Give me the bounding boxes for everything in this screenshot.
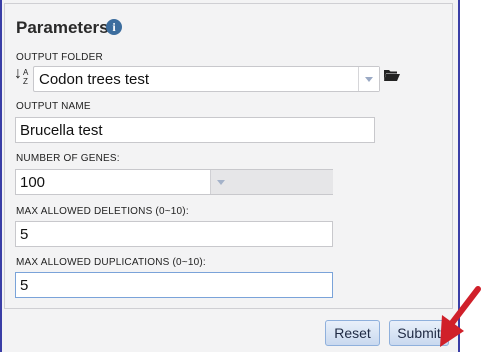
annotation-arrow-icon <box>440 286 481 347</box>
sort-az-icon[interactable]: ↓ A Z <box>14 66 32 89</box>
output-name-input[interactable]: Brucella test <box>15 117 375 143</box>
reset-button[interactable]: Reset <box>325 320 380 346</box>
sort-az-text: A Z <box>23 68 28 86</box>
output-folder-value: Codon trees test <box>39 71 150 88</box>
max-deletions-label: MAX ALLOWED DELETIONS (0~10): <box>16 206 189 217</box>
number-of-genes-value: 100 <box>20 174 46 191</box>
number-of-genes-select[interactable]: 100 <box>15 169 333 195</box>
number-of-genes-label: NUMBER OF GENES: <box>16 153 120 164</box>
max-duplications-label: MAX ALLOWED DUPLICATIONS (0~10): <box>16 257 206 268</box>
output-folder-select[interactable]: Codon trees test <box>33 66 380 92</box>
chevron-down-icon <box>217 180 225 185</box>
max-deletions-input[interactable]: 5 <box>15 221 333 247</box>
output-folder-dropdown-toggle[interactable] <box>358 67 379 91</box>
chevron-down-icon <box>365 77 373 82</box>
folder-open-icon[interactable] <box>383 68 401 82</box>
info-icon[interactable]: i <box>106 19 122 35</box>
panel-title: Parameters <box>16 18 109 37</box>
number-of-genes-dropdown-toggle[interactable] <box>210 170 333 194</box>
output-name-label: OUTPUT NAME <box>16 101 91 112</box>
max-duplications-input[interactable]: 5 <box>15 272 333 298</box>
output-folder-label: OUTPUT FOLDER <box>16 52 103 63</box>
